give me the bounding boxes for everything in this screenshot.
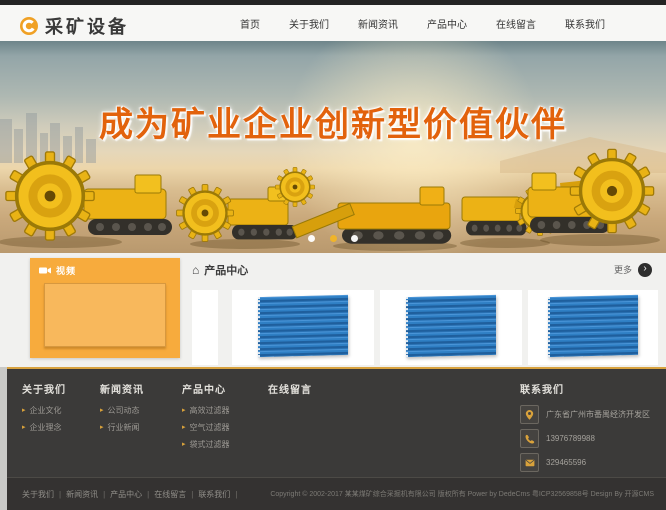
bottom-link-news[interactable]: 新闻资讯 [66,490,98,499]
hero-slogan: 成为矿业企业创新型价值伙伴 [0,97,666,146]
bottom-link-contact[interactable]: 联系我们 [198,490,230,499]
separator: | [191,490,193,499]
nav-item-message[interactable]: 在线留言 [496,16,536,31]
nav-item-news[interactable]: 新闻资讯 [358,16,398,31]
map-pin-icon [520,405,539,424]
footer-col-title: 产品中心 [182,381,230,396]
carousel-dots [0,229,666,247]
video-panel-title: 视频 [56,264,76,277]
footer-link[interactable]: 行业新闻 [108,422,140,433]
arrow-bullet-icon: ▸ [22,407,26,414]
site-header: 采矿设备 首页 关于我们 新闻资讯 产品中心 在线留言 联系我们 [0,5,666,41]
product-card-partial [192,290,218,365]
copyright-text: Copyright © 2002-2017 某某煤矿综合采掘机有限公司 版权所有… [270,489,654,499]
contact-phone: 13976789988 [546,434,595,443]
arrow-bullet-icon: ▸ [100,424,104,431]
product-card-3[interactable] [528,290,658,365]
separator: | [235,490,237,499]
more-link[interactable]: 更多 › [614,263,652,277]
footer-col-message: 在线留言 [268,381,312,405]
footer-contact: 联系我们 广东省广州市番禺经济开发区 13976789988 [520,381,666,477]
bottom-link-message[interactable]: 在线留言 [154,490,186,499]
footer-link[interactable]: 企业理念 [30,422,62,433]
product-cards-row [192,290,652,365]
footer-col-products: 产品中心 ▸ 高效过滤器 ▸ 空气过滤器 ▸ 袋式过滤器 [182,381,230,456]
chevron-right-icon: › [638,263,652,277]
brand-name: 采矿设备 [45,13,129,39]
envelope-icon [520,453,539,472]
bottom-link-products[interactable]: 产品中心 [110,490,142,499]
product-center-block: ⌂ 产品中心 更多 › [192,262,652,362]
product-header-left: ⌂ 产品中心 [192,262,248,278]
footer-link[interactable]: 袋式过滤器 [190,439,230,450]
footer-link-item: ▸ 袋式过滤器 [182,439,230,450]
nav-item-about[interactable]: 关于我们 [289,16,329,31]
contact-address: 广东省广州市番禺经济开发区 [546,409,650,420]
video-player-placeholder[interactable] [44,283,166,347]
footer-link-item: ▸ 公司动态 [100,405,144,416]
arrow-bullet-icon: ▸ [182,407,186,414]
contact-address-row: 广东省广州市番禺经济开发区 [520,405,666,424]
video-panel-header: 视频 [39,264,76,277]
footer-contact-title: 联系我们 [520,381,666,396]
logo-ring-icon [20,17,38,35]
camcorder-icon [39,266,51,275]
footer-link-item: ▸ 企业文化 [22,405,66,416]
carousel-dot-1[interactable] [308,235,315,242]
footer-link[interactable]: 空气过滤器 [190,422,230,433]
footer-link-item: ▸ 空气过滤器 [182,422,230,433]
footer-link-item: ▸ 高效过滤器 [182,405,230,416]
footer-link[interactable]: 高效过滤器 [190,405,230,416]
brand-logo[interactable]: 采矿设备 [20,13,129,39]
arrow-bullet-icon: ▸ [100,407,104,414]
separator: | [59,490,61,499]
separator: | [103,490,105,499]
contact-phone-row: 13976789988 [520,429,666,448]
nav-item-products[interactable]: 产品中心 [427,16,467,31]
video-panel: 视频 [30,258,180,358]
footer-link[interactable]: 公司动态 [108,405,140,416]
footer-link[interactable]: 企业文化 [30,405,62,416]
hero-banner: 成为矿业企业创新型价值伙伴 [0,41,666,253]
bottom-bar: 关于我们 | 新闻资讯 | 产品中心 | 在线留言 | 联系我们 | Copyright © 20… [0,477,666,510]
footer-col-news: 新闻资讯 ▸ 公司动态 ▸ 行业新闻 [100,381,144,439]
page: 采矿设备 首页 关于我们 新闻资讯 产品中心 在线留言 联系我们 [0,0,666,510]
nav-item-contact[interactable]: 联系我们 [565,16,605,31]
contact-qq: 329465596 [546,458,586,467]
page-left-margin-strip [0,367,7,510]
footer-col-title: 新闻资讯 [100,381,144,396]
carousel-dot-3[interactable] [351,235,358,242]
content-section: 视频 ⌂ 产品中心 更多 › [0,253,666,367]
arrow-bullet-icon: ▸ [182,424,186,431]
footer-col-title: 关于我们 [22,381,66,396]
main-nav: 首页 关于我们 新闻资讯 产品中心 在线留言 联系我们 [240,5,605,41]
bottom-links: 关于我们 | 新闻资讯 | 产品中心 | 在线留言 | 联系我们 | [22,489,242,500]
footer-col-title: 在线留言 [268,381,312,396]
nav-item-home[interactable]: 首页 [240,16,260,31]
arrow-bullet-icon: ▸ [22,424,26,431]
product-photo-1 [258,295,348,357]
product-section-title: 产品中心 [204,262,248,278]
product-header-row: ⌂ 产品中心 更多 › [192,262,652,277]
footer: 关于我们 ▸ 企业文化 ▸ 企业理念 新闻资讯 ▸ 公司动态 ▸ 行业新闻 产品中心 ▸… [0,367,666,477]
separator: | [147,490,149,499]
product-card-2[interactable] [380,290,522,365]
home-icon: ⌂ [192,265,199,275]
footer-col-about: 关于我们 ▸ 企业文化 ▸ 企业理念 [22,381,66,439]
mining-machines-illustration [0,41,666,253]
product-photo-3 [548,295,638,357]
footer-link-item: ▸ 企业理念 [22,422,66,433]
more-label: 更多 [614,263,632,276]
arrow-bullet-icon: ▸ [182,441,186,448]
contact-email-row: 329465596 [520,453,666,472]
product-photo-2 [406,295,496,357]
phone-handset-icon [520,429,539,448]
product-card-1[interactable] [232,290,374,365]
carousel-dot-2-active[interactable] [330,235,337,242]
bottom-link-about[interactable]: 关于我们 [22,490,54,499]
footer-link-item: ▸ 行业新闻 [100,422,144,433]
